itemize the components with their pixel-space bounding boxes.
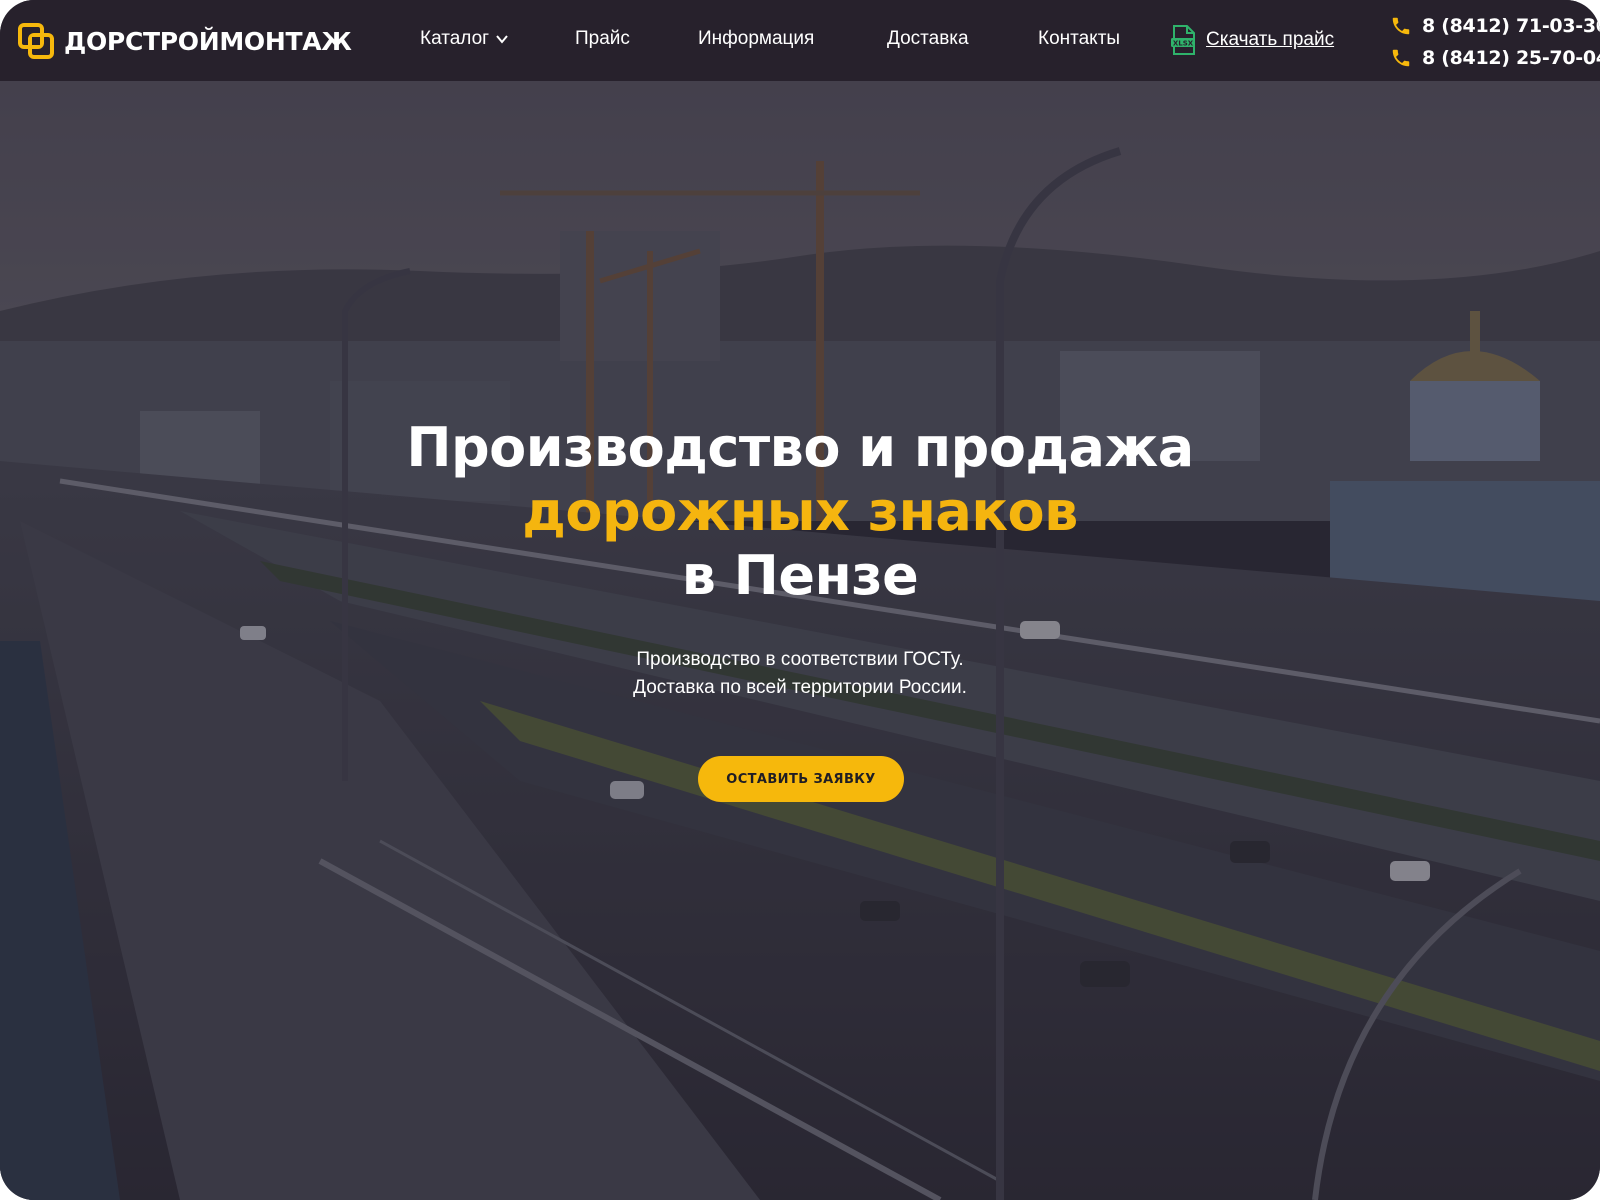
brand-name: ДОРСТРОЙМОНТАЖ: [64, 26, 352, 56]
nav-catalog-label: Каталог: [420, 28, 490, 49]
site-header: ДОРСТРОЙМОНТАЖ Каталог Прайс Информация …: [0, 0, 1600, 81]
page-frame: ДОРСТРОЙМОНТАЖ Каталог Прайс Информация …: [0, 0, 1600, 1200]
phone-2-text: 8 (8412) 25-70-04: [1422, 47, 1600, 69]
hero-subtitle-line-2: Доставка по всей территории России.: [633, 677, 967, 698]
phone-1-text: 8 (8412) 71-03-30,: [1422, 15, 1600, 37]
brand-logo-icon: [18, 23, 54, 59]
nav-catalog[interactable]: Каталог: [420, 28, 509, 50]
hero-title: Производство и продажа дорожных знаков в…: [0, 416, 1600, 608]
hero-title-line-1: Производство и продажа: [406, 416, 1194, 479]
phone-2[interactable]: 8 (8412) 25-70-04: [1390, 42, 1600, 74]
nav-price[interactable]: Прайс: [575, 28, 630, 50]
nav-contacts[interactable]: Контакты: [1038, 28, 1120, 50]
leave-request-button[interactable]: ОСТАВИТЬ ЗАЯВКУ: [698, 756, 904, 802]
phone-icon: [1392, 49, 1410, 67]
hero-title-accent: дорожных знаков: [522, 480, 1078, 543]
hero-section: Производство и продажа дорожных знаков в…: [0, 81, 1600, 1200]
svg-text:XLSX: XLSX: [1173, 40, 1194, 48]
hero-subtitle-line-1: Производство в соответствии ГОСТу.: [636, 649, 964, 670]
download-price-link[interactable]: XLSX Скачать прайс: [1170, 25, 1334, 55]
xlsx-file-icon: XLSX: [1171, 25, 1195, 55]
chevron-down-icon: [496, 35, 508, 44]
hero-title-line-3: в Пензе: [681, 544, 919, 607]
hero-subtitle: Производство в соответствии ГОСТу. Доста…: [0, 646, 1600, 702]
nav-delivery[interactable]: Доставка: [887, 28, 969, 50]
hero-overlay: [0, 81, 1600, 1200]
site-logo[interactable]: ДОРСТРОЙМОНТАЖ: [18, 23, 352, 59]
nav-info[interactable]: Информация: [698, 28, 814, 50]
header-phones: 8 (8412) 71-03-30, 8 (8412) 25-70-04: [1390, 10, 1600, 74]
phone-1[interactable]: 8 (8412) 71-03-30,: [1390, 10, 1600, 42]
phone-icon: [1392, 17, 1410, 35]
download-price-label: Скачать прайс: [1206, 29, 1335, 50]
